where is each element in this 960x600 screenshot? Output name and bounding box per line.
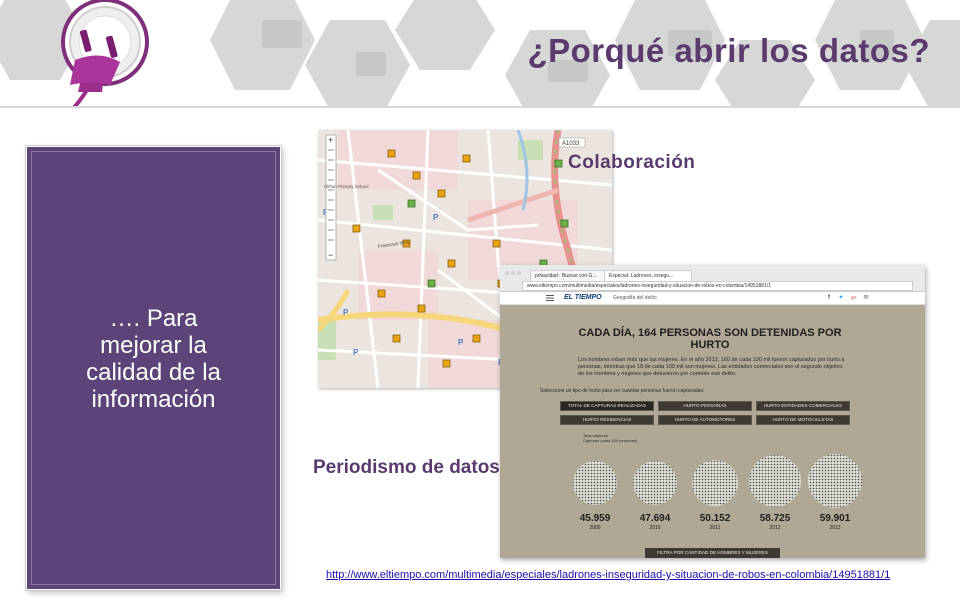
map-place-label: Clifton Primary School <box>324 184 369 189</box>
panel-line-2: mejorar la <box>100 332 207 359</box>
svg-text:+: + <box>328 135 333 145</box>
header-divider <box>0 106 960 108</box>
circle-2013 <box>808 454 862 508</box>
circle-2010 <box>633 461 677 505</box>
panel-line-1: …. Para <box>109 305 198 332</box>
svg-text:P: P <box>353 348 359 357</box>
stat-year-2010: 2010 <box>649 525 661 531</box>
svg-text:P: P <box>343 308 349 317</box>
panel-line-4: información <box>91 386 216 413</box>
collaboration-label: Colaboración <box>568 152 696 173</box>
panel-line-3: calidad de la <box>86 359 221 386</box>
circle-2009 <box>573 461 617 505</box>
power-plug-icon <box>61 0 149 108</box>
data-journalism-label: Periodismo de datos <box>313 457 500 478</box>
svg-text:P: P <box>458 338 464 347</box>
stat-year-2012: 2012 <box>769 525 781 531</box>
stat-value-2010: 47.694 <box>639 513 671 524</box>
stat-year-2013: 2013 <box>829 525 841 531</box>
svg-text:−: − <box>328 250 333 260</box>
circle-2011 <box>692 460 738 506</box>
stat-year-2009: 2009 <box>589 525 601 531</box>
browser-screenshot: privacidad : Buscar con G... Especial: L… <box>500 265 925 558</box>
map-road-label: A1033 <box>562 141 580 147</box>
stat-value-2012: 58.725 <box>759 513 791 524</box>
circle-2012 <box>749 455 801 507</box>
source-link[interactable]: http://www.eltiempo.com/multimedia/espec… <box>326 569 890 581</box>
svg-text:P: P <box>433 213 439 222</box>
gender-filter-button[interactable]: FILTRA POR CANTIDAD DE HOMBRES Y MUJERES <box>645 548 780 558</box>
stat-year-2011: 2011 <box>709 525 721 531</box>
map-zoom-control-icon <box>325 134 337 261</box>
info-panel: …. Para mejorar la calidad de la informa… <box>26 146 281 590</box>
info-panel-text: …. Para mejorar la calidad de la informa… <box>27 305 280 413</box>
header: ¿Porqué abrir los datos? <box>0 0 960 108</box>
stat-value-2011: 50.152 <box>699 513 731 524</box>
stat-value-2013: 59.901 <box>819 513 851 524</box>
page-title: ¿Porqué abrir los datos? <box>527 32 930 69</box>
stat-value-2009: 45.959 <box>579 513 611 524</box>
